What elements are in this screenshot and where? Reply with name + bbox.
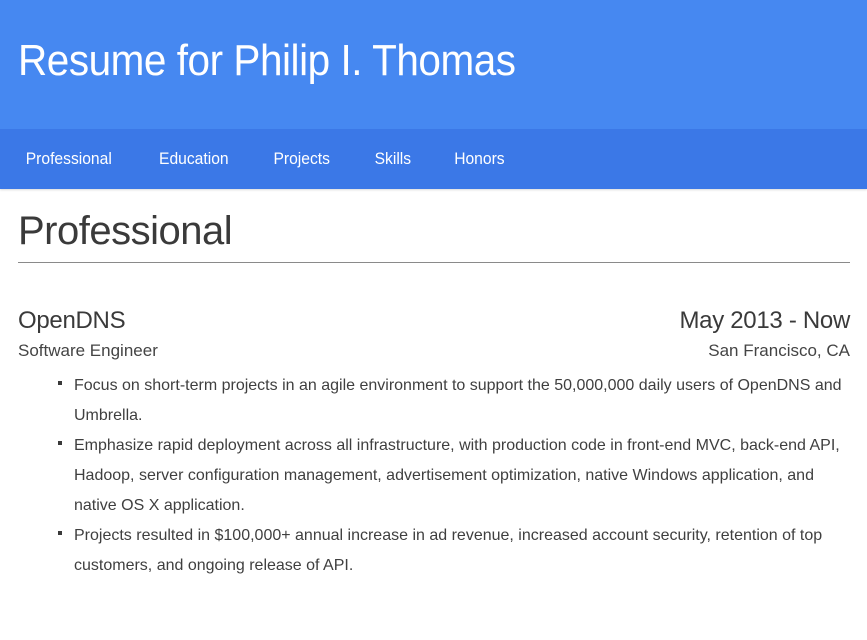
section-nav: Professional Education Projects Skills H… (0, 129, 867, 189)
page-header: Resume for Philip I. Thomas (0, 0, 867, 129)
job-dates: May 2013 - Now (679, 307, 850, 334)
job-bullets: Focus on short-term projects in an agile… (18, 371, 850, 581)
nav-item-honors[interactable]: Honors (436, 129, 523, 189)
nav-item-professional[interactable]: Professional (7, 129, 130, 189)
nav-item-skills[interactable]: Skills (356, 129, 429, 189)
nav-item-projects[interactable]: Projects (255, 129, 348, 189)
job-header-row: OpenDNS May 2013 - Now (18, 307, 850, 335)
job-location: San Francisco, CA (708, 341, 850, 360)
job-bullet: Projects resulted in $100,000+ annual in… (58, 521, 850, 581)
section-title: Professional (18, 209, 850, 263)
page-title: Resume for Philip I. Thomas (18, 36, 516, 85)
company-name: OpenDNS (18, 307, 126, 334)
job-role: Software Engineer (18, 341, 158, 360)
job-bullet: Focus on short-term projects in an agile… (58, 371, 850, 431)
job-subheader-row: Software Engineer San Francisco, CA (18, 341, 850, 361)
job-bullet: Emphasize rapid deployment across all in… (58, 431, 850, 521)
job-entry: OpenDNS May 2013 - Now Software Engineer… (18, 307, 850, 581)
main-content: Professional OpenDNS May 2013 - Now Soft… (0, 209, 867, 581)
nav-item-education[interactable]: Education (140, 129, 246, 189)
